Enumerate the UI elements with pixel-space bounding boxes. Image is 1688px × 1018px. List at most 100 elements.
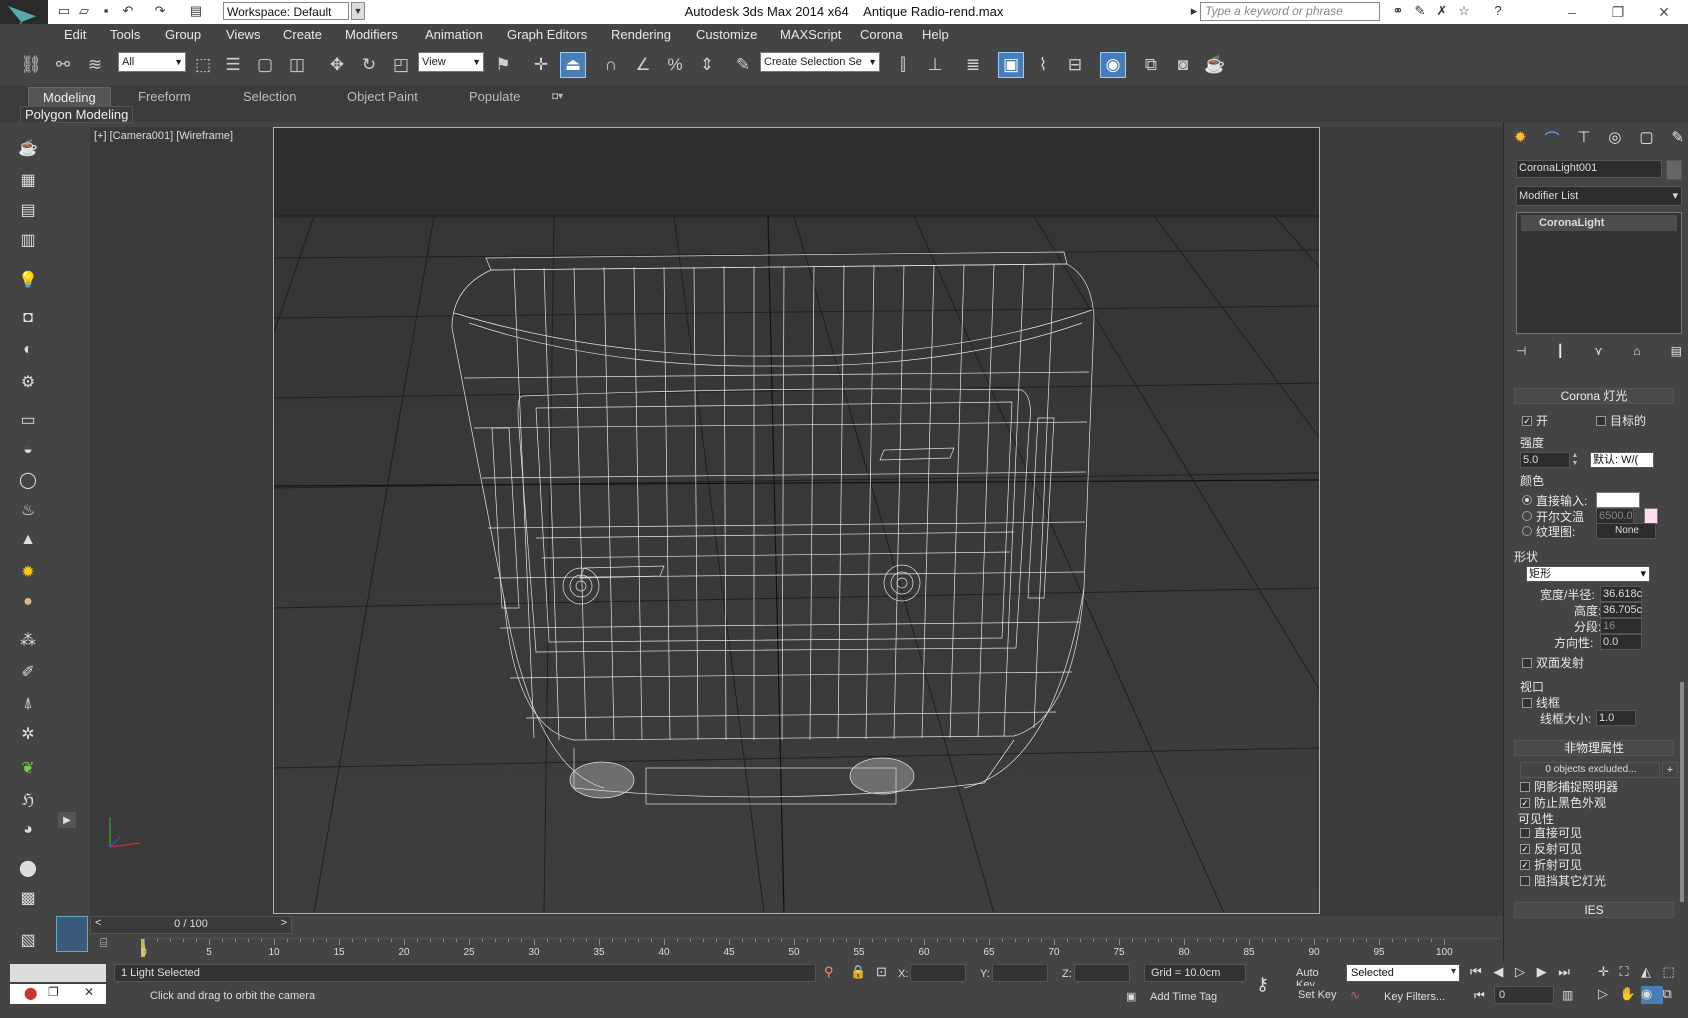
- vis-reflect-checkbox[interactable]: ✓: [1520, 844, 1530, 854]
- camera-icon[interactable]: ◘: [16, 306, 40, 330]
- modifier-list-dropdown[interactable]: Modifier List ▾: [1516, 186, 1682, 206]
- menu-corona[interactable]: Corona: [860, 27, 903, 42]
- grid-table-icon[interactable]: ▥: [16, 228, 40, 252]
- prev-frame-icon[interactable]: ◀: [1493, 964, 1503, 982]
- menu-rendering[interactable]: Rendering: [611, 27, 671, 42]
- create-tab-icon[interactable]: ✹: [1514, 128, 1527, 148]
- time-tag-icon[interactable]: ▣: [1126, 990, 1136, 1003]
- tab-populate[interactable]: Populate: [469, 87, 520, 107]
- time-slider-next-icon[interactable]: >: [281, 917, 287, 929]
- binoculars-icon[interactable]: ⚭: [1390, 3, 1406, 19]
- wrench-icon[interactable]: ✎: [1412, 3, 1428, 19]
- angle-snap-icon[interactable]: ∠: [630, 52, 656, 78]
- current-frame-input[interactable]: 0: [1494, 986, 1554, 1004]
- expand-panel-icon[interactable]: ▶: [58, 812, 76, 828]
- dolly-icon[interactable]: ▷: [1598, 986, 1620, 1004]
- isolate-icon[interactable]: ⚲: [824, 964, 834, 980]
- cone-icon[interactable]: ▲: [16, 528, 40, 552]
- sun-icon[interactable]: ✹: [16, 560, 40, 584]
- segments-input[interactable]: 16: [1600, 618, 1642, 634]
- tab-freeform[interactable]: Freeform: [138, 87, 191, 107]
- hair-fur-icon[interactable]: ℌ: [16, 788, 40, 812]
- pivot-center-icon[interactable]: ⚑: [490, 52, 516, 78]
- maximize-viewport-icon[interactable]: ⧉: [1663, 986, 1685, 1004]
- utilities-tab-icon[interactable]: ✎: [1671, 128, 1684, 148]
- restore-icon[interactable]: ❐: [48, 985, 59, 999]
- rendered-frame-icon[interactable]: ◙: [1170, 52, 1196, 78]
- excluded-button[interactable]: 0 objects excluded...: [1520, 762, 1660, 778]
- menu-group[interactable]: Group: [165, 27, 201, 42]
- mirror-icon[interactable]: ⫿: [890, 52, 916, 78]
- select-object-icon[interactable]: ⬚: [190, 52, 216, 78]
- display-tab-icon[interactable]: ▢: [1639, 128, 1653, 148]
- wireframe-checkbox[interactable]: [1522, 698, 1532, 708]
- color-texmap-radio[interactable]: [1522, 526, 1532, 536]
- auto-key-button[interactable]: Auto Key: [1290, 964, 1340, 991]
- set-key-button[interactable]: Set Key: [1290, 986, 1340, 1004]
- rollout-corona-light[interactable]: Corona 灯光: [1514, 388, 1674, 404]
- mini-listener-icon[interactable]: [56, 916, 88, 952]
- intensity-input[interactable]: 5.0: [1520, 452, 1570, 468]
- align-icon[interactable]: ⊥: [922, 52, 948, 78]
- ribbon-options-icon[interactable]: ◘▾: [552, 87, 563, 107]
- on-checkbox[interactable]: ✓: [1522, 416, 1532, 426]
- object-name-field[interactable]: CoronaLight001: [1516, 160, 1662, 178]
- color-kelvin-radio[interactable]: [1522, 511, 1532, 521]
- maxscript-window-buttons[interactable]: ⬤ ❐ ✕: [10, 984, 106, 1004]
- schematic-view-icon[interactable]: ⊟: [1062, 52, 1088, 78]
- rollout-ies[interactable]: IES: [1514, 902, 1674, 918]
- zoom-all-icon[interactable]: ⛶: [1620, 964, 1642, 982]
- hierarchy-tab-icon[interactable]: ⊤: [1577, 128, 1590, 148]
- curve-editor-toggle-icon[interactable]: ⌸: [100, 936, 116, 954]
- field-of-view-icon[interactable]: ◭: [1641, 964, 1663, 982]
- menu-maxscript[interactable]: MAXScript: [780, 27, 841, 42]
- render-setup-icon[interactable]: ⧉: [1138, 52, 1164, 78]
- add-exclude-icon[interactable]: +: [1662, 762, 1678, 778]
- tab-modeling[interactable]: Modeling: [28, 87, 111, 108]
- scale-icon[interactable]: ◰: [388, 52, 414, 78]
- favorites-icon[interactable]: ✗: [1434, 3, 1450, 19]
- viewport-camera001[interactable]: [+] [Camera001] [Wireframe]: [73, 127, 1688, 916]
- color-direct-radio[interactable]: [1522, 495, 1532, 505]
- tab-object-paint[interactable]: Object Paint: [347, 87, 418, 107]
- scene-explorer-icon[interactable]: ▣: [998, 52, 1024, 78]
- teapot-primitive-icon[interactable]: ♨: [16, 498, 40, 522]
- viewport-label[interactable]: [+] [Camera001] [Wireframe]: [94, 130, 233, 142]
- select-manipulate-icon[interactable]: ✛: [528, 52, 554, 78]
- ribbon-panel-polygon-modeling[interactable]: Polygon Modeling: [20, 106, 134, 123]
- menu-views[interactable]: Views: [226, 27, 260, 42]
- menu-animation[interactable]: Animation: [425, 27, 483, 42]
- sky-sphere-icon[interactable]: ●: [16, 590, 40, 614]
- move-icon[interactable]: ✥: [324, 52, 350, 78]
- play-icon[interactable]: ▷: [1515, 964, 1525, 982]
- close-listener-icon[interactable]: ✕: [84, 985, 94, 999]
- lock-icon[interactable]: 🔒: [850, 964, 866, 980]
- box-primitive-icon[interactable]: ▭: [16, 408, 40, 432]
- pan-icon[interactable]: ✋: [1620, 986, 1642, 1004]
- bind-spacewarp-icon[interactable]: ≋: [82, 52, 108, 78]
- select-by-name-icon[interactable]: ☰: [220, 52, 246, 78]
- material-editor-icon[interactable]: ◉: [1100, 52, 1126, 78]
- kelvin-color-swatch[interactable]: [1644, 508, 1658, 524]
- texmap-button[interactable]: None: [1596, 523, 1656, 539]
- rect-selection-icon[interactable]: ▢: [252, 52, 278, 78]
- plant-icon[interactable]: ❦: [16, 756, 40, 780]
- y-coordinate-input[interactable]: [992, 964, 1048, 982]
- snap-toggle-icon[interactable]: ∩: [598, 52, 624, 78]
- shadow-catcher-checkbox[interactable]: [1520, 782, 1530, 792]
- gear-icon[interactable]: ✲: [16, 722, 40, 746]
- selection-filter-dropdown[interactable]: All ▼: [118, 52, 186, 72]
- orbit-camera-icon[interactable]: ◉: [1641, 986, 1663, 1004]
- key-curve-icon[interactable]: ∿: [1350, 988, 1360, 1002]
- configure-sets-icon[interactable]: ▤: [1671, 344, 1682, 358]
- target-checkbox[interactable]: [1596, 416, 1606, 426]
- key-icon[interactable]: ⚷: [1256, 974, 1269, 995]
- named-selection-dropdown[interactable]: Create Selection Se ▼: [760, 52, 880, 72]
- menu-tools[interactable]: Tools: [110, 27, 140, 42]
- menu-graph-editors[interactable]: Graph Editors: [507, 27, 587, 42]
- default-sphere-icon[interactable]: ⬤: [16, 856, 40, 880]
- tab-selection[interactable]: Selection: [243, 87, 296, 107]
- close-icon[interactable]: ✕: [1644, 2, 1684, 22]
- menu-help[interactable]: Help: [922, 27, 949, 42]
- render-frame-icon[interactable]: ▦: [16, 168, 40, 192]
